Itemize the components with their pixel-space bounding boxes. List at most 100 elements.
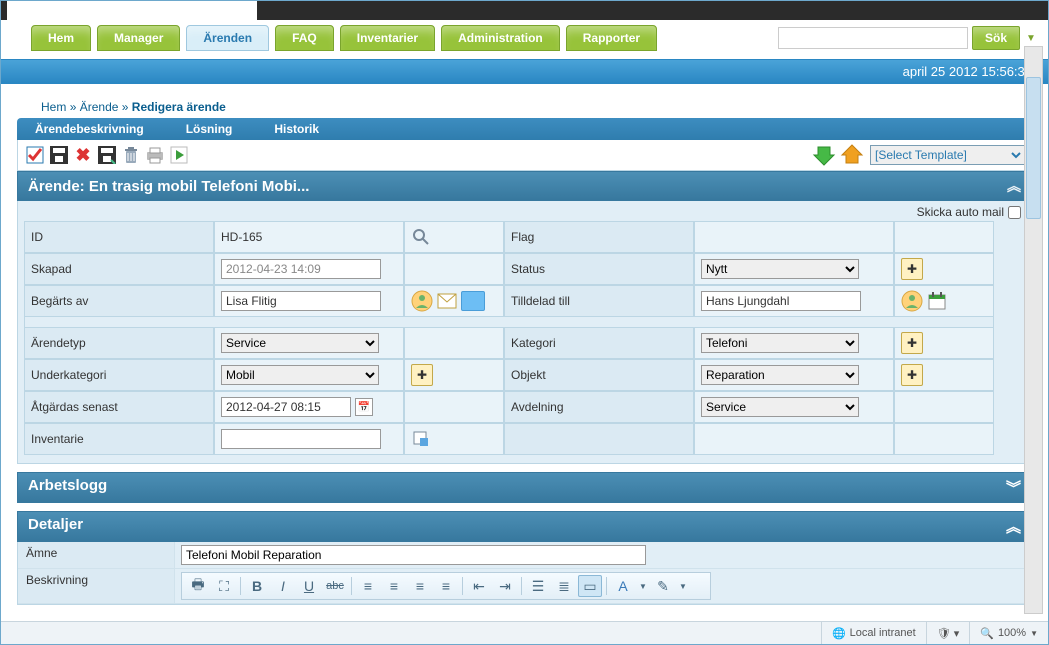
breadcrumb: Hem » Ärende » Redigera ärende xyxy=(41,100,1034,114)
assigned-label: Tilldelad till xyxy=(504,285,694,317)
rte-toolbar: 🖶 ⛶ B I U abc ≡ ≡ ≡ ≡ ⇤ ⇥ xyxy=(181,572,711,600)
flag-label: Flag xyxy=(504,221,694,253)
search-expand-icon[interactable]: ▼ xyxy=(1024,31,1038,45)
datetime-bar: april 25 2012 15:56:33 xyxy=(1,59,1048,84)
collapse-icon-2[interactable]: ︽ xyxy=(1006,516,1021,537)
delete-button[interactable]: ✖ xyxy=(72,144,94,166)
subject-label: Ämne xyxy=(18,542,175,568)
rte-italic-button[interactable]: I xyxy=(271,575,295,597)
tab-hem[interactable]: Hem xyxy=(31,25,91,51)
rte-highlight-dropdown-icon[interactable]: ▼ xyxy=(677,575,689,597)
created-label: Skapad xyxy=(24,253,214,285)
rte-box-icon[interactable]: ▭ xyxy=(578,575,602,597)
rte-print-icon[interactable]: 🖶 xyxy=(186,575,210,597)
case-form: ID HD-165 Flag Skapad Status Nytt ✚ Begä… xyxy=(24,221,1025,455)
created-field xyxy=(221,259,381,279)
globe-icon: 🌐 xyxy=(832,627,846,640)
subnav-history[interactable]: Historik xyxy=(274,122,319,136)
tab-faq[interactable]: FAQ xyxy=(275,25,334,51)
rte-highlight-icon[interactable]: ✎ xyxy=(651,575,675,597)
main-tabbar: Hem Manager Ärenden FAQ Inventarier Admi… xyxy=(1,20,1048,59)
tab-manager[interactable]: Manager xyxy=(97,25,180,51)
category-add-button[interactable]: ✚ xyxy=(901,332,923,354)
tab-inventarier[interactable]: Inventarier xyxy=(340,25,435,51)
department-label: Avdelning xyxy=(504,391,694,423)
inventory-field[interactable] xyxy=(221,429,381,449)
scrollbar-thumb[interactable] xyxy=(1026,77,1041,219)
subnav-description[interactable]: Ärendebeskrivning xyxy=(35,122,144,136)
status-add-button[interactable]: ✚ xyxy=(901,258,923,280)
search-icon[interactable] xyxy=(411,227,431,247)
move-down-button[interactable] xyxy=(812,143,836,167)
trash-button[interactable] xyxy=(120,144,142,166)
tab-arenden[interactable]: Ärenden xyxy=(186,25,269,51)
details-header[interactable]: Detaljer ︽ xyxy=(17,511,1032,542)
due-field[interactable] xyxy=(221,397,351,417)
type-label: Ärendetyp xyxy=(24,327,214,359)
rte-bold-button[interactable]: B xyxy=(245,575,269,597)
rte-strike-button[interactable]: abc xyxy=(323,575,347,597)
status-select[interactable]: Nytt xyxy=(701,259,859,279)
due-label: Åtgärdas senast xyxy=(24,391,214,423)
requestedby-field[interactable] xyxy=(221,291,381,311)
template-select[interactable]: [Select Template] xyxy=(870,145,1025,165)
subcategory-label: Underkategori xyxy=(24,359,214,391)
mail-icon[interactable] xyxy=(437,291,457,311)
print-button[interactable] xyxy=(144,144,166,166)
saveas-button[interactable] xyxy=(96,144,118,166)
description-label: Beskrivning xyxy=(18,569,175,603)
rte-outdent-icon[interactable]: ⇤ xyxy=(467,575,491,597)
subcategory-add-button[interactable]: ✚ xyxy=(411,364,433,386)
id-value: HD-165 xyxy=(214,221,404,253)
protected-mode-icon[interactable]: 🛡 ▾ xyxy=(926,622,970,644)
run-button[interactable] xyxy=(168,144,190,166)
security-zone: 🌐 Local intranet xyxy=(821,622,926,644)
type-select[interactable]: Service xyxy=(221,333,379,353)
category-select[interactable]: Telefoni xyxy=(701,333,859,353)
search-input[interactable] xyxy=(778,27,968,49)
object-add-button[interactable]: ✚ xyxy=(901,364,923,386)
rte-align-left-icon[interactable]: ≡ xyxy=(356,575,380,597)
case-section-header: Ärende: En trasig mobil Telefoni Mobi...… xyxy=(17,171,1032,201)
tab-administration[interactable]: Administration xyxy=(441,25,560,51)
calendar-user-icon[interactable] xyxy=(927,291,947,311)
calendar-icon[interactable]: 📅 xyxy=(355,398,373,416)
person-icon-2[interactable] xyxy=(901,290,923,312)
zoom-control[interactable]: 🔍 100% ▼ xyxy=(969,622,1048,644)
subnav: Ärendebeskrivning Lösning Historik xyxy=(17,118,1032,140)
folder-icon[interactable] xyxy=(461,291,485,311)
toolbar: ✖ [Select Template] xyxy=(17,140,1032,171)
breadcrumb-hem[interactable]: Hem xyxy=(41,100,66,114)
rte-align-right-icon[interactable]: ≡ xyxy=(408,575,432,597)
save-button[interactable] xyxy=(48,144,70,166)
rte-textcolor-button[interactable]: A xyxy=(611,575,635,597)
rte-align-center-icon[interactable]: ≡ xyxy=(382,575,406,597)
subject-field[interactable] xyxy=(181,545,646,565)
rte-unordered-list-icon[interactable]: ≣ xyxy=(552,575,576,597)
assigned-field[interactable] xyxy=(701,291,861,311)
automail-checkbox[interactable] xyxy=(1008,206,1021,219)
expand-icon[interactable]: ︾ xyxy=(1006,477,1021,498)
rte-ordered-list-icon[interactable]: ☰ xyxy=(526,575,550,597)
move-up-button[interactable] xyxy=(840,143,864,167)
subcategory-select[interactable]: Mobil xyxy=(221,365,379,385)
tab-rapporter[interactable]: Rapporter xyxy=(566,25,657,51)
person-icon[interactable] xyxy=(411,290,433,312)
search-button[interactable]: Sök xyxy=(972,26,1020,50)
collapse-icon[interactable]: ︽ xyxy=(1007,176,1021,196)
rte-fullscreen-icon[interactable]: ⛶ xyxy=(212,575,236,597)
department-select[interactable]: Service xyxy=(701,397,859,417)
breadcrumb-arende[interactable]: Ärende xyxy=(80,100,119,114)
rte-align-justify-icon[interactable]: ≡ xyxy=(434,575,458,597)
worklog-header[interactable]: Arbetslogg ︾ xyxy=(17,472,1032,503)
requestedby-label: Begärts av xyxy=(24,285,214,317)
inventory-search-icon[interactable] xyxy=(411,429,431,449)
vertical-scrollbar[interactable] xyxy=(1024,46,1043,614)
rte-underline-button[interactable]: U xyxy=(297,575,321,597)
inventory-label: Inventarie xyxy=(24,423,214,455)
subnav-solution[interactable]: Lösning xyxy=(186,122,233,136)
apply-check-button[interactable] xyxy=(24,144,46,166)
rte-indent-icon[interactable]: ⇥ xyxy=(493,575,517,597)
rte-textcolor-dropdown-icon[interactable]: ▼ xyxy=(637,575,649,597)
object-select[interactable]: Reparation xyxy=(701,365,859,385)
